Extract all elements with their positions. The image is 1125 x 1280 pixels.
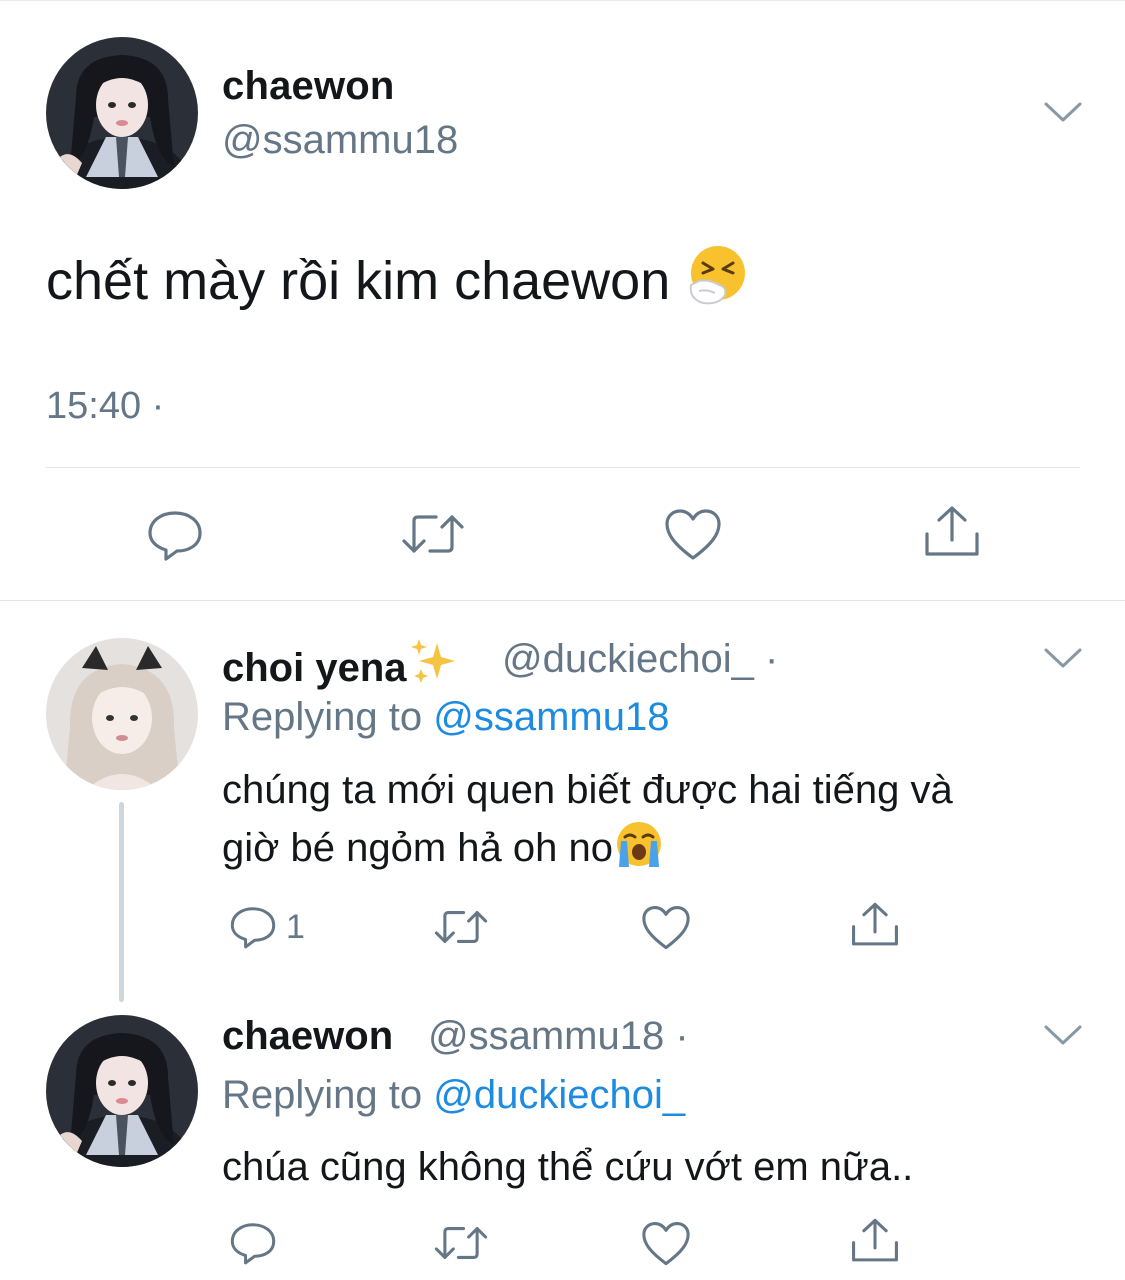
reply-text-line-2: giờ bé ngỏm hả oh no <box>222 819 953 885</box>
replying-to: Replying to @duckiechoi_ <box>222 1073 685 1118</box>
reply-text: chúa cũng không thể cứu vớt em nữa.. <box>222 1145 914 1189</box>
tweet-text-body: chết mày rồi kim chaewon <box>46 251 671 311</box>
reply-text-line: chúng ta mới quen biết được hai tiếng và <box>222 768 953 812</box>
chevron-down-icon[interactable] <box>1043 1023 1083 1047</box>
loudly-crying-face-icon <box>613 819 665 885</box>
like-heart-icon[interactable] <box>664 508 722 562</box>
replying-to-label: Replying to <box>222 1073 423 1117</box>
sparkles-icon <box>407 637 463 695</box>
tweet-timestamp[interactable]: 15:40 · <box>46 385 164 428</box>
reply-text-line-body: giờ bé ngỏm hả oh no <box>222 826 613 870</box>
reply-author-name[interactable]: choi yena <box>222 646 407 690</box>
reply-author-handle[interactable]: @duckiechoi_ · <box>502 637 778 682</box>
section-divider <box>0 600 1125 601</box>
retweet-icon[interactable] <box>433 1223 489 1263</box>
share-icon[interactable] <box>923 504 981 560</box>
share-icon[interactable] <box>850 1217 900 1265</box>
divider <box>46 467 1080 468</box>
reply-author-name[interactable]: chaewon <box>222 1014 393 1059</box>
avatar-chaewon[interactable] <box>46 37 198 189</box>
like-heart-icon[interactable] <box>641 1221 691 1267</box>
reply-header: choi yena <box>222 637 463 695</box>
retweet-icon[interactable] <box>400 511 466 557</box>
top-border <box>0 0 1125 1</box>
reply-author-handle[interactable]: @ssammu18 · <box>428 1014 689 1059</box>
reply-icon[interactable] <box>146 509 204 561</box>
replying-to-label: Replying to <box>222 695 423 739</box>
share-icon[interactable] <box>850 901 900 949</box>
replying-to: Replying to @ssammu18 <box>222 695 669 740</box>
reply-icon[interactable] <box>229 905 277 949</box>
sneezing-face-icon <box>685 245 751 319</box>
author-handle[interactable]: @ssammu18 <box>222 118 458 163</box>
author-name[interactable]: chaewon <box>222 64 395 109</box>
reply-count: 1 <box>286 908 305 946</box>
avatar-choi-yena[interactable] <box>46 638 198 790</box>
thread-connector <box>119 802 124 1002</box>
like-heart-icon[interactable] <box>641 905 691 951</box>
replying-to-link[interactable]: @ssammu18 <box>433 695 669 739</box>
reply-text: chúng ta mới quen biết được hai tiếng và… <box>222 761 953 885</box>
replying-to-link[interactable]: @duckiechoi_ <box>433 1073 685 1117</box>
retweet-icon[interactable] <box>433 907 489 947</box>
tweet-text: chết mày rồi kim chaewon <box>46 245 751 319</box>
chevron-down-icon[interactable] <box>1043 100 1083 124</box>
chevron-down-icon[interactable] <box>1043 646 1083 670</box>
avatar-chaewon[interactable] <box>46 1015 198 1167</box>
reply-icon[interactable] <box>229 1221 277 1265</box>
